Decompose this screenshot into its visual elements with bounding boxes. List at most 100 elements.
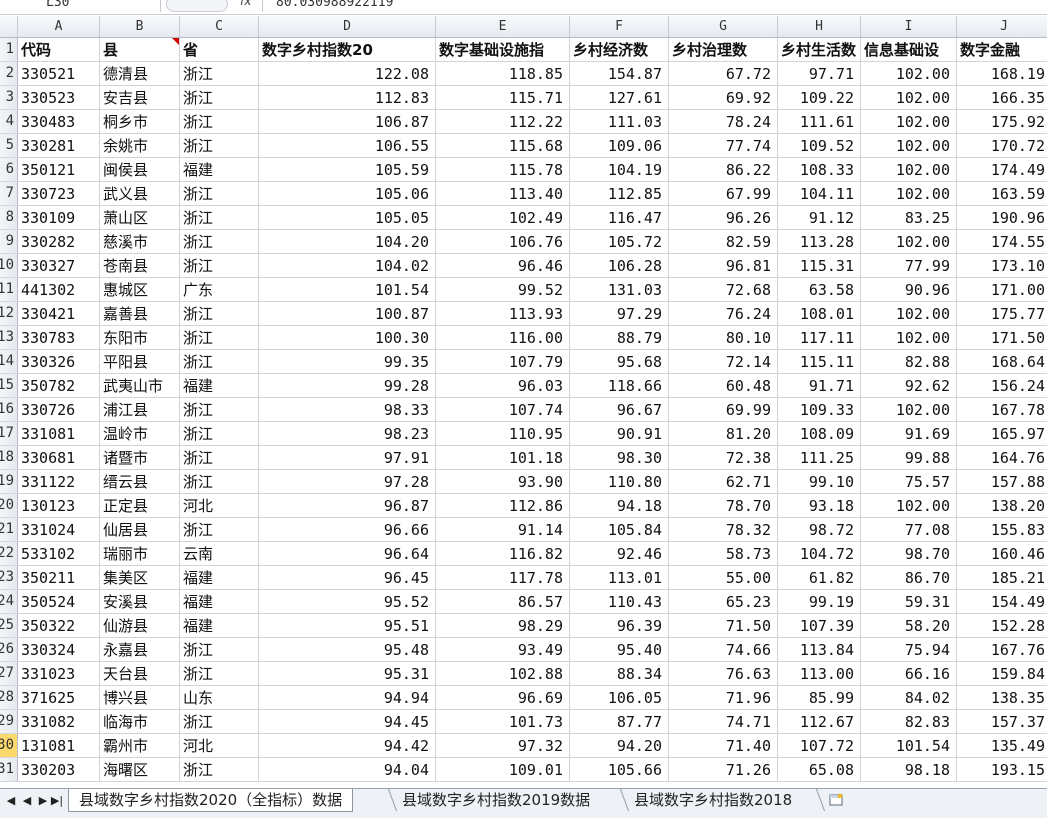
table-cell[interactable]: 福建 xyxy=(180,566,259,590)
table-cell[interactable]: 115.68 xyxy=(436,134,570,158)
table-cell[interactable]: 75.94 xyxy=(861,638,957,662)
table-cell[interactable]: 浙江 xyxy=(180,470,259,494)
table-cell[interactable]: 90.96 xyxy=(861,278,957,302)
table-cell[interactable]: 72.68 xyxy=(669,278,778,302)
table-cell[interactable]: 87.77 xyxy=(570,710,669,734)
column-title-cell[interactable]: 省 xyxy=(180,38,259,62)
row-header[interactable]: 7 xyxy=(0,182,18,206)
table-cell[interactable]: 81.20 xyxy=(669,422,778,446)
row-header[interactable]: 11 xyxy=(0,278,18,302)
table-cell[interactable]: 65.23 xyxy=(669,590,778,614)
row-header[interactable]: 14 xyxy=(0,350,18,374)
table-cell[interactable]: 河北 xyxy=(180,494,259,518)
table-cell[interactable]: 82.59 xyxy=(669,230,778,254)
table-cell[interactable]: 113.84 xyxy=(778,638,861,662)
table-cell[interactable]: 330521 xyxy=(18,62,100,86)
table-cell[interactable]: 74.71 xyxy=(669,710,778,734)
table-cell[interactable]: 58.73 xyxy=(669,542,778,566)
table-cell[interactable]: 102.88 xyxy=(436,662,570,686)
table-cell[interactable]: 58.20 xyxy=(861,614,957,638)
table-cell[interactable]: 108.09 xyxy=(778,422,861,446)
table-cell[interactable]: 102.00 xyxy=(861,494,957,518)
column-title-cell[interactable]: 乡村经济数 xyxy=(570,38,669,62)
row-header[interactable]: 25 xyxy=(0,614,18,638)
table-cell[interactable]: 102.00 xyxy=(861,326,957,350)
table-cell[interactable]: 115.78 xyxy=(436,158,570,182)
table-cell[interactable]: 111.61 xyxy=(778,110,861,134)
table-cell[interactable]: 苍南县 xyxy=(100,254,180,278)
table-cell[interactable]: 330483 xyxy=(18,110,100,134)
table-cell[interactable]: 331023 xyxy=(18,662,100,686)
table-cell[interactable]: 102.00 xyxy=(861,230,957,254)
table-cell[interactable]: 仙居县 xyxy=(100,518,180,542)
column-header-a[interactable]: A xyxy=(18,16,100,37)
table-cell[interactable]: 正定县 xyxy=(100,494,180,518)
table-cell[interactable]: 67.72 xyxy=(669,62,778,86)
last-sheet-icon[interactable]: ▶| xyxy=(50,794,64,808)
table-cell[interactable]: 天台县 xyxy=(100,662,180,686)
table-cell[interactable]: 331024 xyxy=(18,518,100,542)
table-cell[interactable]: 113.01 xyxy=(570,566,669,590)
table-cell[interactable]: 102.00 xyxy=(861,86,957,110)
table-cell[interactable]: 浙江 xyxy=(180,302,259,326)
table-cell[interactable]: 嘉善县 xyxy=(100,302,180,326)
table-cell[interactable]: 109.06 xyxy=(570,134,669,158)
table-cell[interactable]: 112.22 xyxy=(436,110,570,134)
table-cell[interactable]: 温岭市 xyxy=(100,422,180,446)
table-cell[interactable]: 77.99 xyxy=(861,254,957,278)
name-box[interactable]: L30 ▼ xyxy=(0,0,161,12)
table-cell[interactable]: 167.76 xyxy=(957,638,1047,662)
table-cell[interactable]: 83.25 xyxy=(861,206,957,230)
table-cell[interactable]: 101.73 xyxy=(436,710,570,734)
table-cell[interactable]: 92.62 xyxy=(861,374,957,398)
table-cell[interactable]: 102.00 xyxy=(861,398,957,422)
table-cell[interactable]: 112.83 xyxy=(259,86,436,110)
table-cell[interactable]: 95.52 xyxy=(259,590,436,614)
table-cell[interactable]: 76.63 xyxy=(669,662,778,686)
table-cell[interactable]: 94.42 xyxy=(259,734,436,758)
row-header[interactable]: 16 xyxy=(0,398,18,422)
row-header[interactable]: 18 xyxy=(0,446,18,470)
table-cell[interactable]: 110.43 xyxy=(570,590,669,614)
table-cell[interactable]: 94.18 xyxy=(570,494,669,518)
table-cell[interactable]: 61.82 xyxy=(778,566,861,590)
row-header[interactable]: 31 xyxy=(0,758,18,782)
table-cell[interactable]: 浙江 xyxy=(180,350,259,374)
row-header[interactable]: 27 xyxy=(0,662,18,686)
table-cell[interactable]: 113.40 xyxy=(436,182,570,206)
table-cell[interactable]: 113.28 xyxy=(778,230,861,254)
table-cell[interactable]: 350322 xyxy=(18,614,100,638)
table-cell[interactable]: 浙江 xyxy=(180,134,259,158)
table-cell[interactable]: 96.66 xyxy=(259,518,436,542)
table-cell[interactable]: 浙江 xyxy=(180,182,259,206)
column-header-j[interactable]: J xyxy=(957,16,1047,37)
table-cell[interactable]: 138.20 xyxy=(957,494,1047,518)
table-cell[interactable]: 92.46 xyxy=(570,542,669,566)
table-cell[interactable]: 96.64 xyxy=(259,542,436,566)
column-header-b[interactable]: B xyxy=(100,16,180,37)
table-cell[interactable]: 106.87 xyxy=(259,110,436,134)
row-header[interactable]: 9 xyxy=(0,230,18,254)
table-cell[interactable]: 138.35 xyxy=(957,686,1047,710)
table-cell[interactable]: 91.69 xyxy=(861,422,957,446)
table-cell[interactable]: 萧山区 xyxy=(100,206,180,230)
table-cell[interactable]: 93.90 xyxy=(436,470,570,494)
table-cell[interactable]: 海曙区 xyxy=(100,758,180,782)
table-cell[interactable]: 173.10 xyxy=(957,254,1047,278)
chevron-down-icon[interactable]: ▼ xyxy=(46,0,51,4)
table-cell[interactable]: 94.04 xyxy=(259,758,436,782)
prev-sheet-icon[interactable]: ◀ xyxy=(20,794,34,808)
table-cell[interactable]: 104.72 xyxy=(778,542,861,566)
table-cell[interactable]: 105.72 xyxy=(570,230,669,254)
table-cell[interactable]: 63.58 xyxy=(778,278,861,302)
column-title-cell[interactable]: 代码 xyxy=(18,38,100,62)
insert-sheet-icon[interactable] xyxy=(828,792,846,806)
table-cell[interactable]: 90.91 xyxy=(570,422,669,446)
table-cell[interactable]: 诸暨市 xyxy=(100,446,180,470)
row-header[interactable]: 17 xyxy=(0,422,18,446)
table-cell[interactable]: 78.32 xyxy=(669,518,778,542)
table-cell[interactable]: 98.30 xyxy=(570,446,669,470)
table-cell[interactable]: 117.11 xyxy=(778,326,861,350)
table-cell[interactable]: 107.39 xyxy=(778,614,861,638)
table-cell[interactable]: 330723 xyxy=(18,182,100,206)
